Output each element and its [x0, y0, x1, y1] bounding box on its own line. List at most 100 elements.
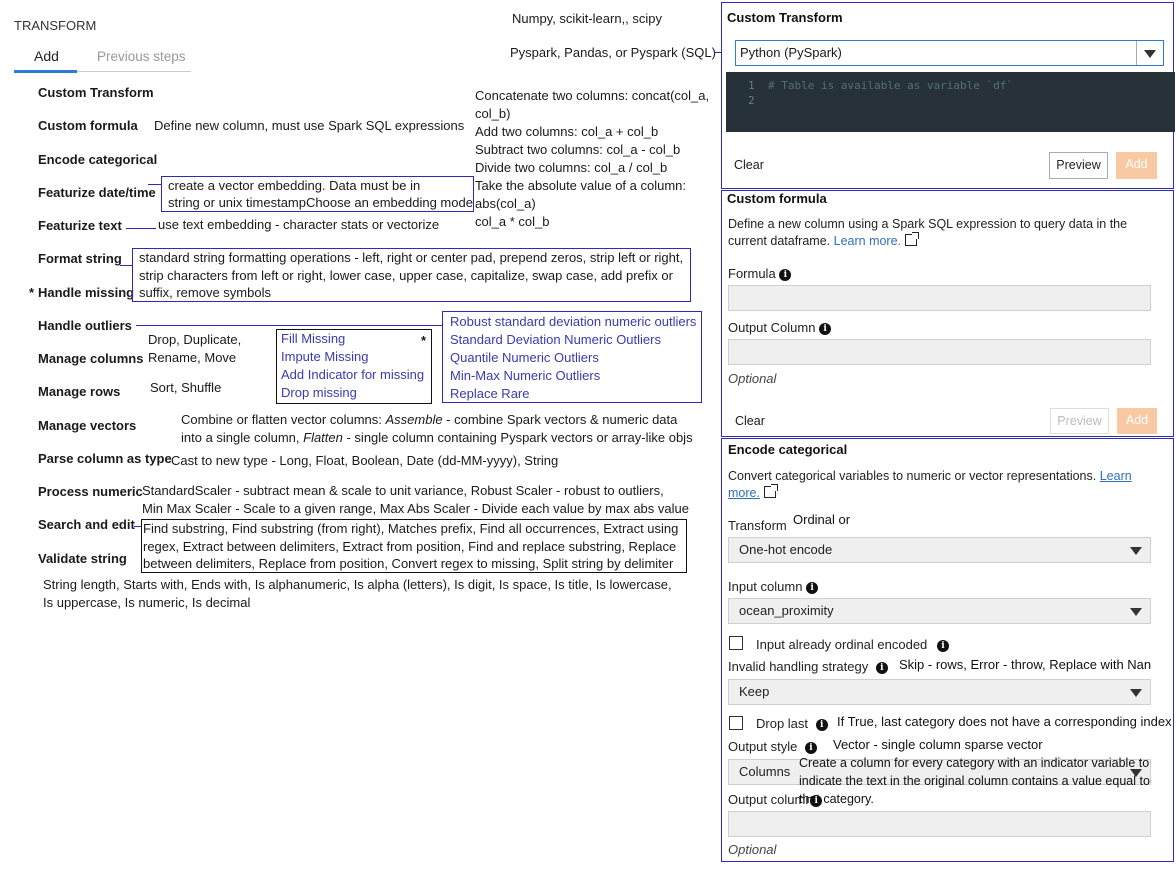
manage-columns-line: Drop, Duplicate, [148, 332, 242, 347]
code-line: # Table is available as variable `df` [768, 79, 1014, 92]
transform-parse-column-as-type[interactable]: Parse column as type [38, 451, 172, 466]
transform-manage-columns[interactable]: Manage columns [38, 351, 143, 366]
external-link-icon[interactable] [905, 232, 920, 246]
info-icon[interactable]: i [805, 741, 817, 754]
formula-example: Subtract two columns: col_a - col_b [475, 142, 681, 157]
drop-last-checkbox[interactable] [729, 716, 743, 730]
clear-button[interactable]: Clear [735, 414, 765, 428]
format-note-line: standard string formatting operations - … [139, 250, 684, 265]
drop-last-text: Drop last [756, 716, 809, 731]
more-link[interactable]: more. [728, 486, 760, 500]
transform-custom-transform[interactable]: Custom Transform [38, 85, 154, 100]
learn-more-link[interactable]: Learn more. [834, 234, 901, 248]
columns-note-line: indicate the text in the original column… [799, 774, 1150, 788]
formula-example: abs(col_a) [475, 196, 536, 211]
formula-example: Concatenate two columns: concat(col_a, [475, 88, 710, 103]
language-select[interactable]: Python (PySpark) [735, 40, 1164, 66]
outlier-option[interactable]: Standard Deviation Numeric Outliers [450, 331, 701, 349]
info-icon[interactable]: i [875, 661, 888, 674]
formula-example: Add two columns: col_a + col_b [475, 124, 659, 139]
datetime-note-box: create a vector embedding. Data must be … [161, 176, 474, 212]
chevron-down-icon[interactable] [1144, 50, 1156, 58]
code-content: # Table is available as variable `df` [768, 78, 1013, 93]
info-icon[interactable]: i [810, 794, 823, 807]
missing-option[interactable]: Fill Missing [281, 330, 431, 348]
invalid-handling-select[interactable]: Keep [728, 679, 1151, 705]
line-number: 2 [748, 94, 755, 107]
external-link-icon[interactable] [763, 484, 778, 498]
tab-add[interactable]: Add [34, 48, 59, 64]
columns-note-line: that category. [799, 792, 874, 806]
add-button[interactable]: Add [1117, 408, 1157, 434]
search-edit-line: regex, Extract between delimiters, Extra… [143, 538, 677, 554]
connector-outliers [136, 325, 442, 326]
search-edit-note-box: Find substring, Find substring (from rig… [141, 519, 687, 573]
formula-example: Take the absolute value of a column: [475, 178, 687, 193]
drop-last-note: If True, last category does not have a c… [837, 714, 1172, 729]
custom-transform-panel: Custom Transform Python (PySpark) 1 2 # … [721, 2, 1175, 189]
missing-option[interactable]: Drop missing [281, 384, 431, 402]
transform-manage-vectors[interactable]: Manage vectors [38, 418, 136, 433]
transform-select[interactable]: One-hot encode [728, 537, 1151, 563]
transform-manage-rows[interactable]: Manage rows [38, 384, 120, 399]
info-icon[interactable]: i [815, 718, 828, 731]
encode-description: Convert categorical variables to numeric… [728, 468, 1168, 502]
ordinal-encoded-checkbox[interactable] [729, 636, 743, 650]
learn-link[interactable]: Learn [1100, 469, 1132, 483]
outlier-option[interactable]: Replace Rare [450, 385, 701, 403]
transform-encode-categorical[interactable]: Encode categorical [38, 152, 157, 167]
optional-hint: Optional [728, 842, 777, 857]
formula-description: Define a new column using a Spark SQL ex… [728, 216, 1127, 250]
input-select-value: ocean_proximity [739, 603, 834, 618]
outlier-option[interactable]: Robust standard deviation numeric outlie… [450, 313, 701, 331]
datetime-note-line: string or unix timestampChoose an embedd… [168, 195, 473, 210]
output-column-input[interactable] [728, 811, 1151, 837]
process-numeric-line: StandardScaler - subtract mean & scale t… [142, 483, 664, 498]
clear-button[interactable]: Clear [734, 158, 764, 172]
panel-title: Encode categorical [728, 442, 848, 457]
input-column-select[interactable]: ocean_proximity [728, 598, 1151, 624]
tab-previous-steps[interactable]: Previous steps [97, 49, 186, 64]
connector-datetime [148, 184, 161, 185]
info-icon[interactable]: i [779, 268, 792, 281]
transform-handle-outliers[interactable]: Handle outliers [38, 318, 132, 333]
add-button[interactable]: Add [1116, 152, 1157, 179]
manage-rows-note: Sort, Shuffle [150, 380, 222, 395]
info-icon[interactable]: i [819, 322, 832, 335]
transform-custom-formula[interactable]: Custom formula [38, 118, 138, 133]
missing-option[interactable]: Impute Missing [281, 348, 431, 366]
missing-option[interactable]: Add Indicator for missing [281, 366, 431, 384]
transform-featurize-text[interactable]: Featurize text [38, 218, 122, 233]
transform-handle-missing[interactable]: Handle missing [38, 285, 134, 300]
formula-label: Formula i [728, 266, 792, 281]
formula-label-text: Formula [728, 266, 776, 281]
tab-active-indicator [14, 70, 77, 73]
encode-categorical-panel: Encode categorical Convert categorical v… [721, 438, 1174, 862]
output-style-text: Output style [728, 739, 798, 754]
formula-input[interactable] [728, 285, 1151, 311]
code-editor[interactable]: 1 2 # Table is available as variable `df… [726, 72, 1175, 132]
transform-validate-string[interactable]: Validate string [38, 551, 127, 566]
custom-formula-panel: Custom formula Define a new column using… [721, 190, 1174, 437]
preview-button[interactable]: Preview [1050, 408, 1109, 434]
outlier-option[interactable]: Quantile Numeric Outliers [450, 349, 701, 367]
vectors-flatten-desc: - single column containing Pyspark vecto… [342, 430, 693, 445]
format-note-line: strip characters from left or right, low… [139, 267, 673, 283]
transform-featurize-datetime[interactable]: Featurize date/time [38, 185, 156, 200]
transform-heading: TRANSFORM [14, 18, 97, 33]
preview-button[interactable]: Preview [1049, 152, 1108, 179]
transform-search-and-edit[interactable]: Search and edit [38, 517, 135, 532]
transform-format-string[interactable]: Format string [38, 251, 122, 266]
chevron-down-icon[interactable] [1130, 608, 1142, 616]
info-icon[interactable]: i [806, 581, 819, 594]
chevron-down-icon[interactable] [1130, 689, 1142, 697]
vectors-assemble-desc: - combine Spark vectors & numeric data [442, 412, 678, 427]
outlier-option[interactable]: Min-Max Numeric Outliers [450, 367, 701, 385]
transform-process-numeric[interactable]: Process numeric [38, 484, 143, 499]
output-column-input[interactable] [728, 339, 1151, 365]
output-label-text: Output Column [728, 320, 816, 335]
chevron-down-icon[interactable] [1130, 547, 1142, 555]
custom-formula-note: Define new column, must use Spark SQL ex… [154, 118, 465, 133]
info-icon[interactable]: i [936, 639, 949, 652]
output-column-label: Output Column i [728, 320, 832, 335]
